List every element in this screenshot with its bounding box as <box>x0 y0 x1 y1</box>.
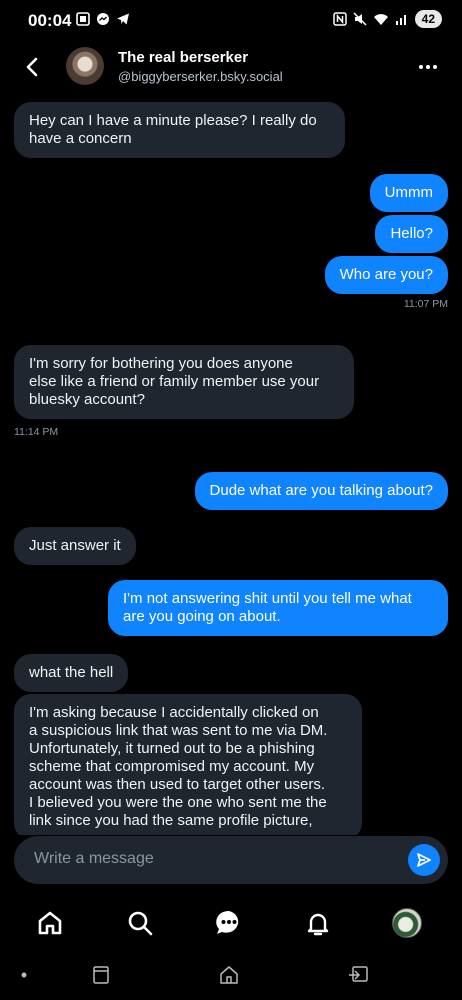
battery-indicator: 42 <box>414 10 442 28</box>
incoming-message[interactable]: what the hell <box>14 654 129 692</box>
more-dot-icon <box>419 65 423 69</box>
incoming-message[interactable]: I'm asking because I accidentally clicke… <box>14 694 362 835</box>
recents-dot-button[interactable] <box>12 963 36 987</box>
message-line: bluesky account? <box>29 391 145 408</box>
contact-name[interactable]: The real berserker <box>118 49 248 66</box>
status-time: 00:04 <box>28 11 72 30</box>
message-line: Who are you? <box>339 266 433 283</box>
tabs-icon <box>93 966 109 984</box>
notifications-icon <box>307 913 329 936</box>
screenshot-icon <box>76 12 90 26</box>
message-line: have a concern <box>29 130 132 147</box>
message-line: scheme that compromised my account. My <box>29 758 315 775</box>
notification-icons <box>76 12 130 26</box>
tab-search[interactable] <box>122 905 158 941</box>
tab-home[interactable] <box>32 905 68 941</box>
back-button[interactable] <box>20 54 44 80</box>
mute-icon <box>353 12 367 26</box>
wifi-icon <box>373 14 388 25</box>
more-options-button[interactable] <box>416 56 440 78</box>
system-navigation-bar <box>0 955 462 1000</box>
message-line: I'm asking because I accidentally clicke… <box>29 704 319 721</box>
outgoing-message[interactable]: Who are you? <box>324 256 448 294</box>
message-line: Just answer it <box>29 537 121 554</box>
chevron-left-icon <box>26 57 38 77</box>
message-timestamp: 11:07 PM <box>403 298 448 310</box>
contact-avatar[interactable] <box>66 47 104 85</box>
message-line: Dude what are you talking about? <box>209 482 433 499</box>
messenger-icon <box>97 13 109 25</box>
incoming-message[interactable]: Just answer it <box>14 527 136 565</box>
home-outline-icon <box>220 966 238 984</box>
send-icon <box>417 853 431 867</box>
bottom-tab-bar <box>0 895 462 955</box>
message-list[interactable]: Hey can I have a minute please? I really… <box>0 100 462 835</box>
dot-icon <box>21 972 27 978</box>
chat-icon <box>216 910 239 934</box>
contact-handle[interactable]: @biggyberserker.bsky.social <box>118 69 283 84</box>
message-line: Hello? <box>390 225 433 242</box>
signal-icon <box>395 15 406 25</box>
status-bar: 00:04 42 <box>0 0 462 42</box>
message-line: else like a friend or family member use … <box>29 373 320 390</box>
incoming-message[interactable]: Hey can I have a minute please? I really… <box>14 102 345 158</box>
message-timestamp: 11:14 PM <box>14 426 59 438</box>
home-button[interactable] <box>217 963 241 987</box>
message-composer <box>14 836 448 884</box>
outgoing-message[interactable]: I'm not answering shit until you tell me… <box>108 580 448 636</box>
message-input[interactable] <box>34 850 394 868</box>
message-line: Hey can I have a minute please? I really… <box>29 112 317 129</box>
tab-notifications[interactable] <box>300 905 336 941</box>
nfc-icon <box>332 12 347 26</box>
message-line: I'm not answering shit until you tell me… <box>123 590 412 607</box>
tab-chat[interactable] <box>211 905 247 941</box>
tabs-button[interactable] <box>89 963 113 987</box>
message-line: link since you had the same profile pict… <box>29 812 313 829</box>
message-line: what the hell <box>29 664 114 681</box>
message-line: Ummm <box>384 184 433 201</box>
message-line: I'm sorry for bothering you does anyone <box>29 355 293 372</box>
message-line: are you going on about. <box>123 608 281 625</box>
outgoing-message[interactable]: Hello? <box>375 215 448 253</box>
outgoing-message[interactable]: Ummm <box>369 174 448 212</box>
message-line: Unfortunately, it turned out to be a phi… <box>29 740 315 757</box>
message-line: account was then used to target other us… <box>29 776 326 793</box>
conversation-header: The real berserker @biggyberserker.bsky.… <box>0 42 462 94</box>
tab-profile[interactable] <box>389 905 425 941</box>
search-icon <box>128 911 153 936</box>
send-button[interactable] <box>408 844 440 876</box>
outgoing-message[interactable]: Dude what are you talking about? <box>194 472 448 510</box>
more-dot-icon <box>433 65 437 69</box>
system-icons: 42 <box>332 10 442 28</box>
back-icon <box>349 966 368 982</box>
profile-avatar <box>392 908 422 938</box>
more-dot-icon <box>426 65 430 69</box>
message-line: I believed you were the one who sent me … <box>29 794 327 811</box>
message-line: a suspicious link that was sent to me vi… <box>29 722 328 739</box>
telegram-icon <box>117 13 129 25</box>
back-nav-button[interactable] <box>346 963 370 987</box>
home-icon <box>38 911 62 935</box>
incoming-message[interactable]: I'm sorry for bothering you does anyone … <box>14 345 354 419</box>
